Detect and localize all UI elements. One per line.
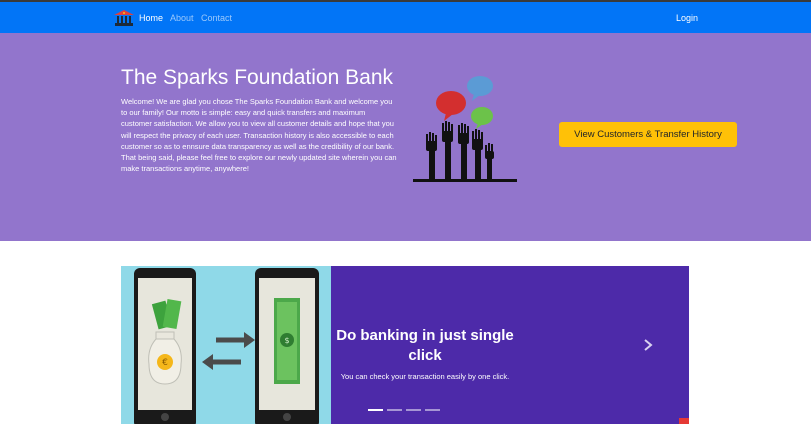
carousel-indicator[interactable] [406,409,421,411]
svg-text:$: $ [284,336,289,345]
view-customers-button[interactable]: View Customers & Transfer History [559,122,737,147]
carousel-indicator[interactable] [368,409,383,411]
navbar: Home About Contact Login [0,2,811,33]
bank-building-icon[interactable] [114,9,134,27]
chevron-right-icon[interactable] [641,338,655,352]
nav-about-link[interactable]: About [170,13,194,23]
svg-text:€: € [162,358,168,368]
nav-contact-link[interactable]: Contact [201,13,232,23]
carousel-indicator[interactable] [387,409,402,411]
hero-section: The Sparks Foundation Bank Welcome! We a… [0,33,811,241]
raised-hands-speech-bubbles-icon [413,76,517,182]
login-link[interactable]: Login [676,13,698,23]
corner-marker [679,418,689,424]
carousel-caption: You can check your transaction easily by… [340,372,510,381]
nav-home-link[interactable]: Home [139,13,163,23]
hero-description: Welcome! We are glad you chose The Spark… [121,97,397,174]
carousel: € $ Do banking in just single click You … [121,266,689,424]
carousel-slide-image: € $ [121,266,331,424]
carousel-indicator[interactable] [425,409,440,411]
carousel-heading: Do banking in just single click [336,327,514,364]
phone-money-transfer-icon: € $ [134,268,319,424]
hero-title: The Sparks Foundation Bank [121,66,393,89]
